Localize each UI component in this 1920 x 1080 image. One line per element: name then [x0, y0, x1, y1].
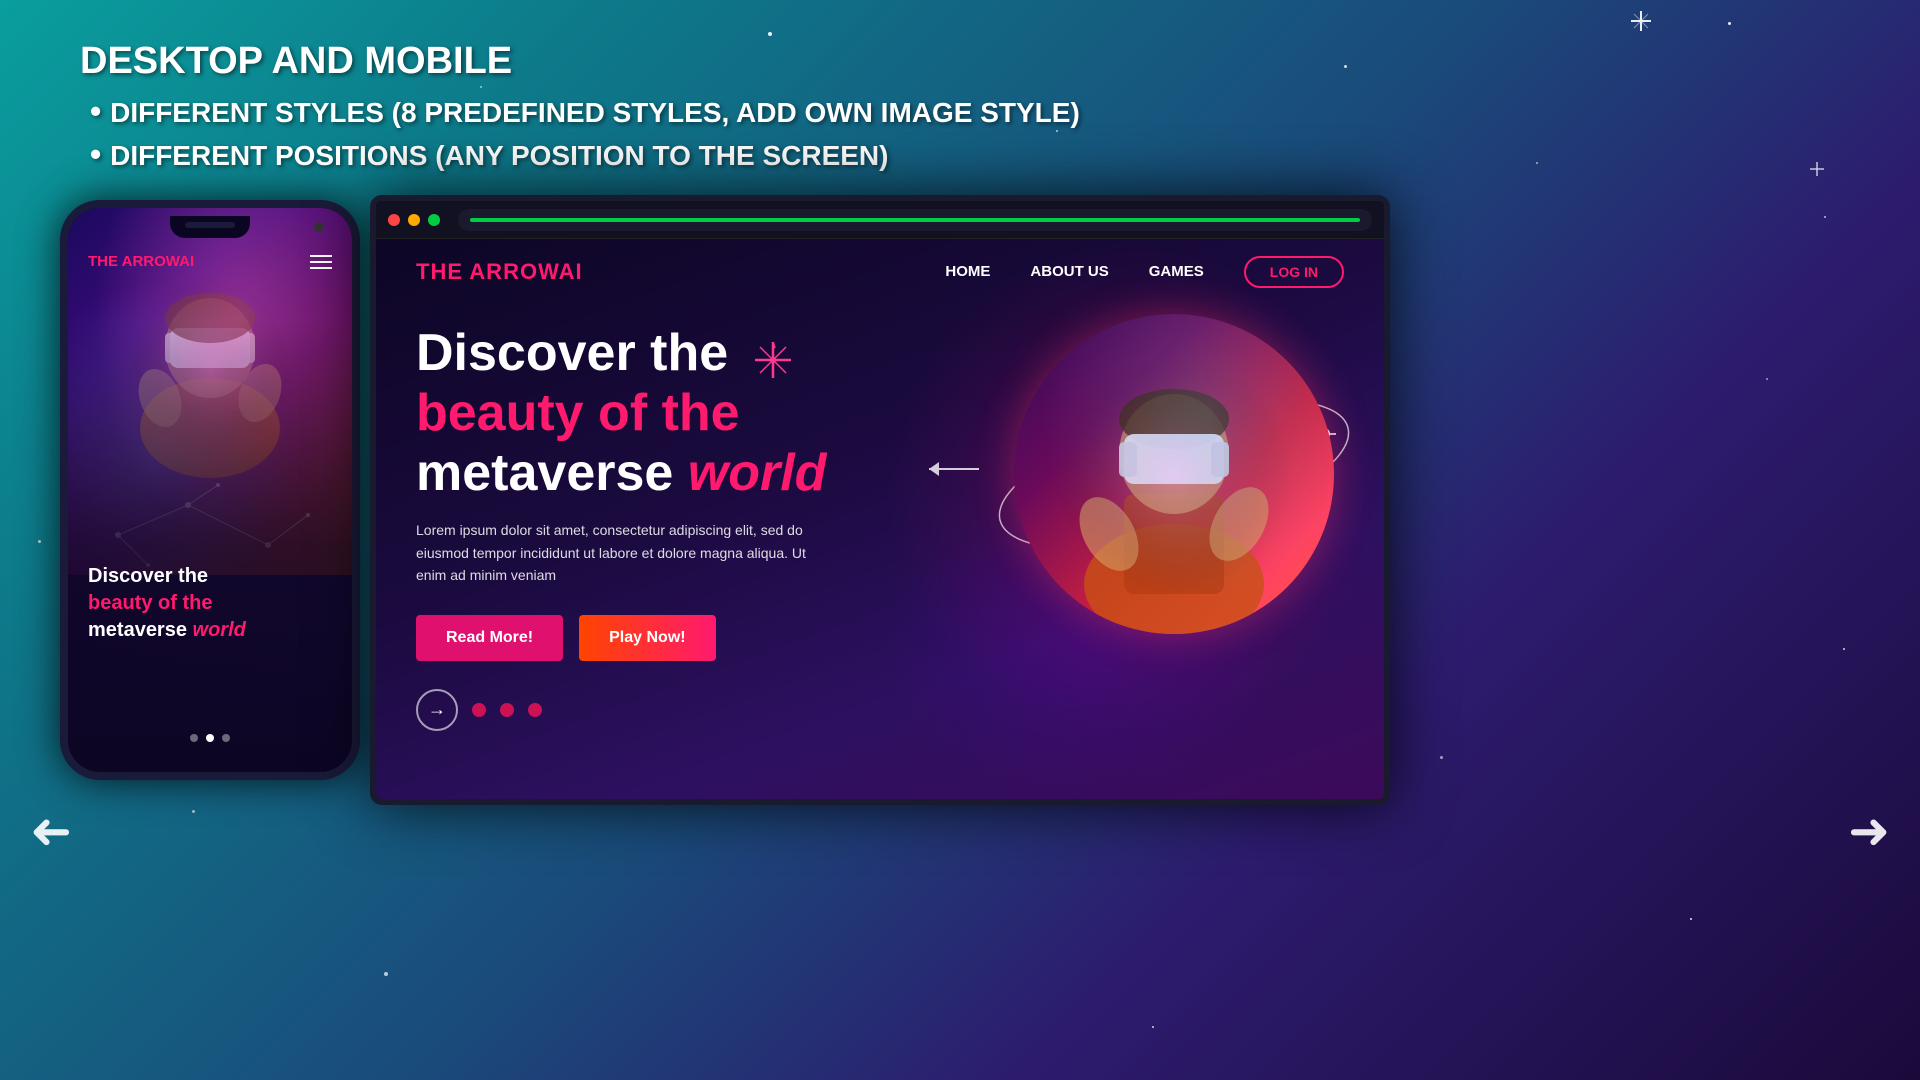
desktop-hero-title: Discover the [416, 324, 936, 503]
desktop-vr-person-svg [1014, 314, 1334, 634]
phone-pagination-dots [190, 734, 230, 742]
title-line1: Discover the [416, 324, 936, 384]
phone-dot-1[interactable] [190, 734, 198, 742]
desktop-frame: THE ARROWAI HOME ABOUT US GAMES LOG IN D… [370, 195, 1390, 805]
read-more-button[interactable]: Read More! [416, 615, 563, 661]
orbit-arrow-left [924, 454, 984, 484]
desktop-hero-image [984, 294, 1364, 694]
pagination-dot-1[interactable] [472, 703, 486, 717]
vr-circle-image [1014, 314, 1334, 634]
phone-mockup: THE ARROWAI Discover the beauty of the m… [60, 200, 360, 780]
desktop-titlebar [376, 201, 1384, 239]
desktop-mockup: THE ARROWAI HOME ABOUT US GAMES LOG IN D… [370, 195, 1390, 805]
titlebar-minimize[interactable] [408, 214, 420, 226]
titlebar-address-bar [458, 209, 1372, 231]
nav-link-about[interactable]: ABOUT US [1030, 263, 1108, 280]
phone-title-line1: Discover the [88, 565, 332, 588]
sparkle-icon [753, 337, 793, 380]
nav-link-home[interactable]: HOME [945, 263, 990, 280]
desktop-hero: Discover the [376, 304, 1384, 731]
phone-content: THE ARROWAI Discover the beauty of the m… [68, 208, 352, 772]
phone-dot-3[interactable] [222, 734, 230, 742]
header-section: DESKTOP AND MOBILE DIFFERENT STYLES (8 P… [80, 40, 1080, 179]
play-now-button[interactable]: Play Now! [579, 615, 715, 661]
header-title: DESKTOP AND MOBILE [80, 40, 1080, 83]
phone-speaker [185, 222, 235, 228]
desktop-navbar: THE ARROWAI HOME ABOUT US GAMES LOG IN [376, 239, 1384, 304]
phone-frame: THE ARROWAI Discover the beauty of the m… [60, 200, 360, 780]
desktop-logo: THE ARROWAI [416, 259, 583, 285]
hamburger-line-3 [310, 267, 332, 269]
phone-gradient-overlay [68, 208, 352, 772]
phone-menu-button[interactable] [310, 255, 332, 269]
desktop-pagination: → [416, 689, 936, 731]
title-line3: metaverse world [416, 444, 936, 504]
phone-hero-text: Discover the beauty of the metaverse wor… [88, 565, 332, 642]
hamburger-line-1 [310, 255, 332, 257]
nav-link-games[interactable]: GAMES [1149, 263, 1204, 280]
titlebar-maximize[interactable] [428, 214, 440, 226]
titlebar-progress-bar [470, 218, 1360, 222]
left-arrow[interactable]: ➜ [30, 802, 72, 860]
phone-title-world: world [193, 619, 246, 641]
phone-title-line2: beauty of the [88, 592, 332, 615]
pagination-dot-3[interactable] [528, 703, 542, 717]
right-arrow[interactable]: ➜ [1848, 802, 1890, 860]
phone-title-line3: metaverse world [88, 619, 332, 642]
title-line2: beauty of the [416, 384, 936, 444]
desktop-hero-desc: Lorem ipsum dolor sit amet, consectetur … [416, 519, 836, 586]
phone-camera [314, 222, 324, 232]
phone-logo: THE ARROWAI [88, 253, 194, 270]
phone-dot-2[interactable] [206, 734, 214, 742]
pagination-arrow-btn[interactable]: → [416, 689, 458, 731]
bullet-1: DIFFERENT STYLES (8 PREDEFINED STYLES, A… [90, 93, 1080, 130]
pagination-dot-2[interactable] [500, 703, 514, 717]
desktop-nav-links: HOME ABOUT US GAMES [945, 263, 1203, 280]
desktop-content: THE ARROWAI HOME ABOUT US GAMES LOG IN D… [376, 239, 1384, 799]
desktop-hero-left: Discover the [416, 324, 936, 731]
header-bullets: DIFFERENT STYLES (8 PREDEFINED STYLES, A… [80, 93, 1080, 173]
hamburger-line-2 [310, 261, 332, 263]
bullet-2: DIFFERENT POSITIONS (ANY POSITION TO THE… [90, 136, 1080, 173]
title-world: world [688, 444, 827, 502]
login-button[interactable]: LOG IN [1244, 256, 1344, 288]
titlebar-close[interactable] [388, 214, 400, 226]
desktop-hero-buttons: Read More! Play Now! [416, 615, 936, 661]
